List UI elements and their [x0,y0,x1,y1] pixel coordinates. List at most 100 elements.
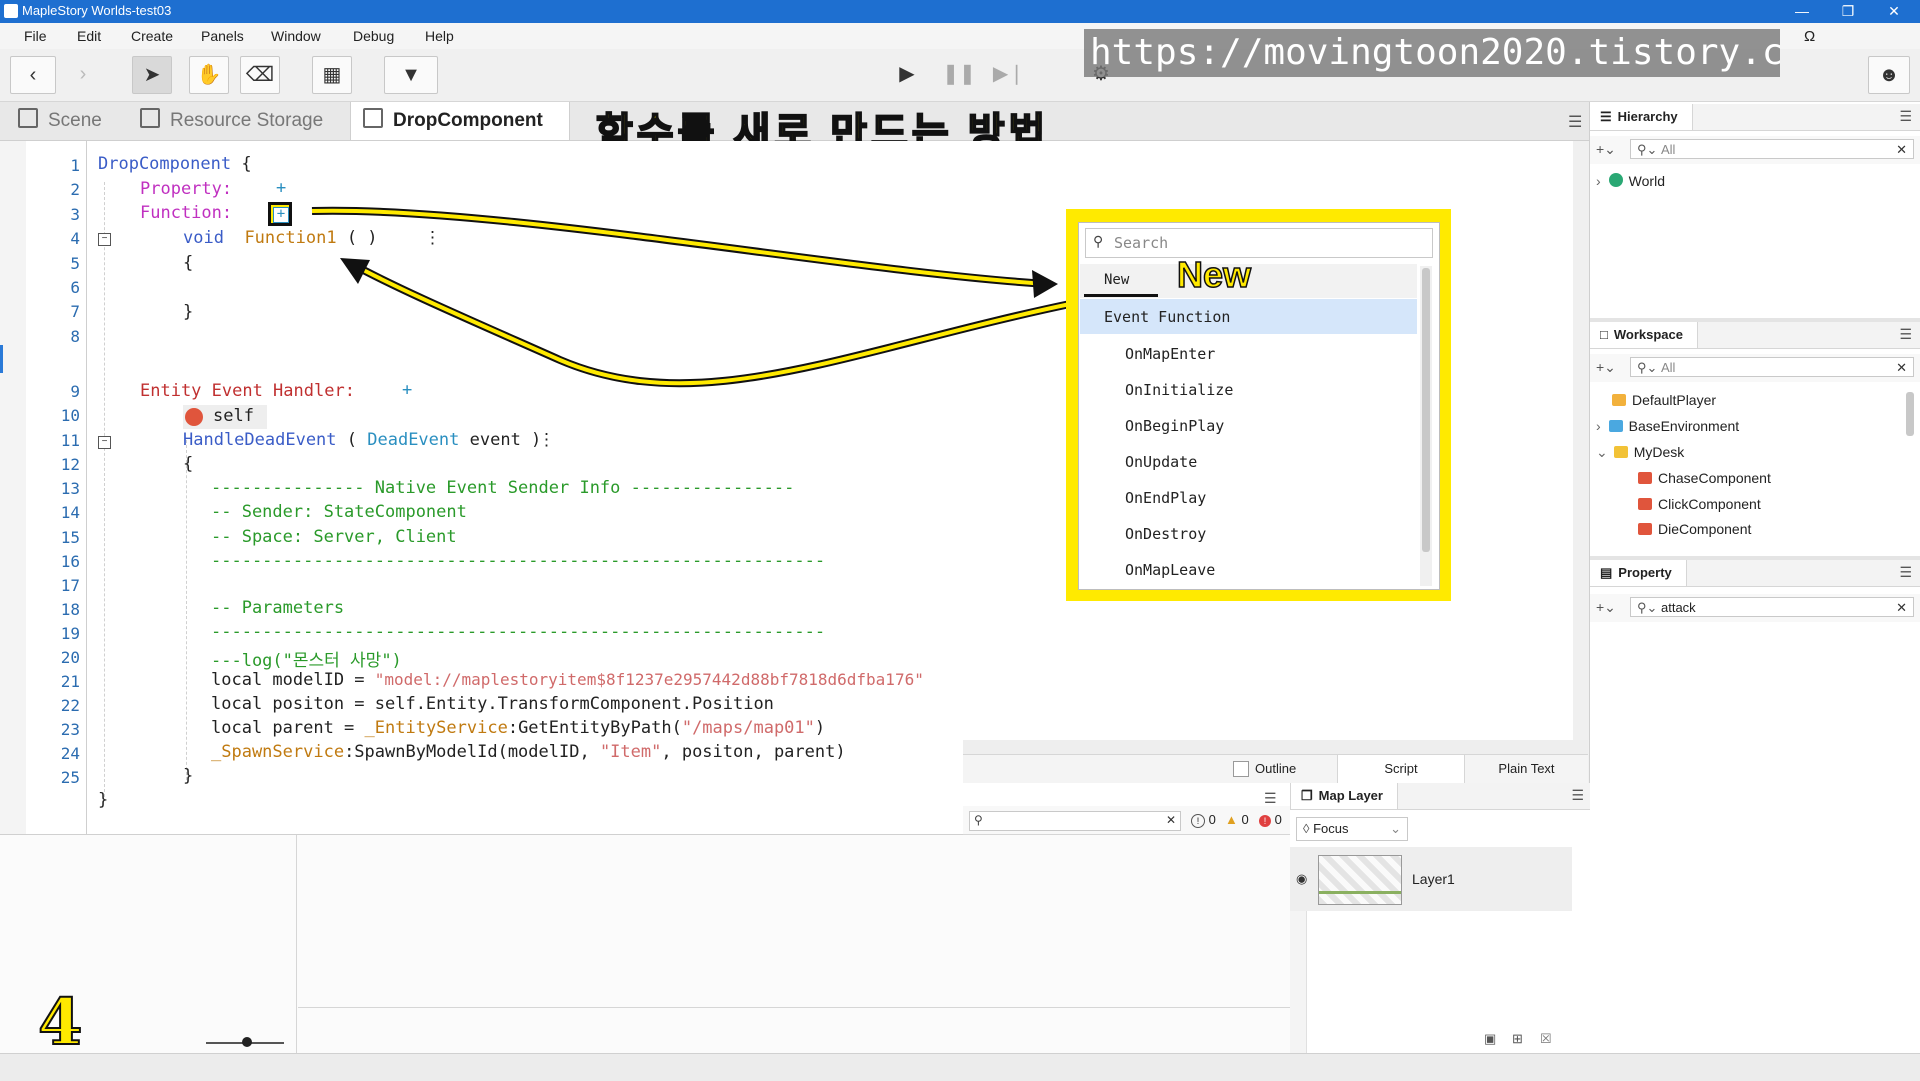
tree-item-label: ClickComponent [1658,496,1761,512]
workspace-filter-value: All [1661,360,1676,375]
property-title: Property [1618,565,1672,580]
console-menu-icon[interactable]: ☰ [1264,790,1277,807]
popup-item-onmapleave[interactable]: OnMapLeave [1125,561,1215,579]
editor-mode-bar: Outline Script Plain Text [963,754,1588,783]
console-search-input[interactable]: ⚲ ✕ [969,811,1181,831]
property-filter-value: attack [1661,600,1696,615]
property-search-input[interactable]: ⚲⌄ attack ✕ [1630,597,1914,617]
panel-menu-icon[interactable]: ☰ [1899,564,1912,581]
plain-text-mode-tab[interactable]: Plain Text [1465,755,1588,783]
search-icon: ⚲⌄ [1637,600,1658,615]
tree-item-mydesk[interactable]: ⌄ MyDesk [1596,444,1684,461]
zoom-slider-thumb[interactable] [242,1037,252,1047]
property-header: ▤ Property ☰ [1590,560,1920,587]
clear-icon[interactable]: ✕ [1166,813,1176,827]
workspace-filter: +⌄ ⚲⌄ All ✕ [1590,354,1920,382]
map-layer-title: Map Layer [1318,788,1383,803]
popup-search-input[interactable]: ⚲ Search [1085,228,1433,258]
focus-label: Focus [1313,821,1349,836]
hierarchy-filter: +⌄ ⚲⌄ All ✕ [1590,136,1920,164]
component-icon [1638,472,1652,484]
tree-item-label: DieComponent [1658,521,1752,537]
popup-item-ondestroy[interactable]: OnDestroy [1125,525,1206,543]
bottom-panel: 4 [0,834,1290,1061]
search-icon: ⚲⌄ [1637,360,1658,375]
zoom-slider[interactable] [206,1037,284,1047]
workspace-scroll-thumb[interactable] [1906,392,1914,436]
event-function-label: Event Function [1104,308,1231,326]
property-icon: ▤ [1600,565,1613,580]
tree-item-label: BaseEnvironment [1628,418,1740,434]
layer-row[interactable]: ◉ Layer1 [1290,847,1572,911]
event-function-group[interactable]: Event Function [1080,299,1417,334]
search-icon: ⚲ [974,813,983,827]
add-workspace-item-icon[interactable]: +⌄ [1596,359,1616,376]
hierarchy-filter-value: All [1661,142,1676,157]
hierarchy-tab[interactable]: ☰ Hierarchy [1590,104,1693,130]
script-mode-tab[interactable]: Script [1337,755,1465,783]
component-icon [1638,498,1652,510]
chevron-down-icon[interactable]: ⌄ [1596,444,1608,460]
map-layer-header: ❐ Map Layer ☰ [1290,783,1590,810]
popup-item-oninitialize[interactable]: OnInitialize [1125,381,1233,399]
status-bar [0,1053,1920,1081]
add-layer-icon[interactable]: ⊞ [1512,1031,1523,1047]
hierarchy-header: ☰ Hierarchy ☰ [1590,104,1920,131]
tree-item-baseenvironment[interactable]: › BaseEnvironment [1596,418,1739,434]
info-count-value: 0 [1208,812,1216,827]
clear-icon[interactable]: ✕ [1896,358,1907,378]
folder-icon: □ [1600,327,1608,342]
add-property-icon[interactable]: +⌄ [1596,599,1616,616]
outline-label: Outline [1255,761,1297,776]
panel-menu-icon[interactable]: ☰ [1571,787,1584,804]
tree-item-label: World [1628,173,1665,189]
chevron-right-icon[interactable]: › [1596,173,1601,189]
popup-item-onbeginplay[interactable]: OnBeginPlay [1125,417,1224,435]
search-icon: ⚲ [1093,233,1104,249]
chevron-right-icon[interactable]: › [1596,418,1601,434]
info-count[interactable]: ! 0 [1191,812,1216,828]
workspace-search-input[interactable]: ⚲⌄ All ✕ [1630,357,1914,377]
map-layer-tab[interactable]: ❐ Map Layer [1290,783,1398,809]
layer-thumbnail [1318,855,1402,905]
panel-menu-icon[interactable]: ☰ [1899,108,1912,125]
map-layer-panel: ❐ Map Layer ☰ ◊ Focus ⌄ ◉ Layer1 ▣ ⊞ ☒ [1290,783,1590,1053]
popup-item-onendplay[interactable]: OnEndPlay [1125,489,1206,507]
tree-item-clickcomponent[interactable]: ClickComponent [1638,496,1761,512]
layer-name: Layer1 [1412,871,1455,887]
outline-checkbox[interactable] [1233,761,1249,777]
list-icon: ☰ [1600,109,1612,124]
tree-item-label: DefaultPlayer [1632,392,1717,408]
warning-count[interactable]: ▲ 0 [1225,812,1249,827]
panel-menu-icon[interactable]: ☰ [1899,326,1912,343]
error-icon: ! [1259,815,1271,827]
lock-icon[interactable]: ▣ [1484,1031,1496,1047]
workspace-header: □ Workspace ☰ [1590,322,1920,349]
layers-icon: ❐ [1301,788,1313,803]
hierarchy-title: Hierarchy [1617,109,1678,124]
tree-item-diecomponent[interactable]: DieComponent [1638,521,1751,537]
popup-item-onupdate[interactable]: OnUpdate [1125,453,1197,471]
popup-scrollbar[interactable] [1420,266,1432,586]
clear-icon[interactable]: ✕ [1896,140,1907,160]
delete-layer-icon[interactable]: ☒ [1540,1031,1552,1047]
property-tab[interactable]: ▤ Property [1590,560,1687,586]
warning-icon: ▲ [1225,812,1238,827]
tree-item-world[interactable]: › World [1596,173,1665,189]
tree-item-chasecomponent[interactable]: ChaseComponent [1638,470,1771,486]
component-icon [1638,523,1652,535]
focus-dropdown[interactable]: ◊ Focus ⌄ [1296,817,1408,841]
eye-icon[interactable]: ◉ [1296,871,1307,887]
clear-icon[interactable]: ✕ [1896,598,1907,618]
popup-item-onmapenter[interactable]: OnMapEnter [1125,345,1215,363]
add-entity-icon[interactable]: +⌄ [1596,141,1616,158]
new-underline [1084,294,1158,297]
focus-icon: ◊ [1303,821,1310,836]
popup-scroll-thumb[interactable] [1422,268,1430,552]
hierarchy-search-input[interactable]: ⚲⌄ All ✕ [1630,139,1914,159]
tree-item-label: ChaseComponent [1658,470,1771,486]
editor-hscrollbar[interactable] [963,740,1588,754]
tree-item-defaultplayer[interactable]: DefaultPlayer [1612,392,1716,408]
workspace-tab[interactable]: □ Workspace [1590,322,1698,348]
error-count[interactable]: ! 0 [1259,812,1282,827]
